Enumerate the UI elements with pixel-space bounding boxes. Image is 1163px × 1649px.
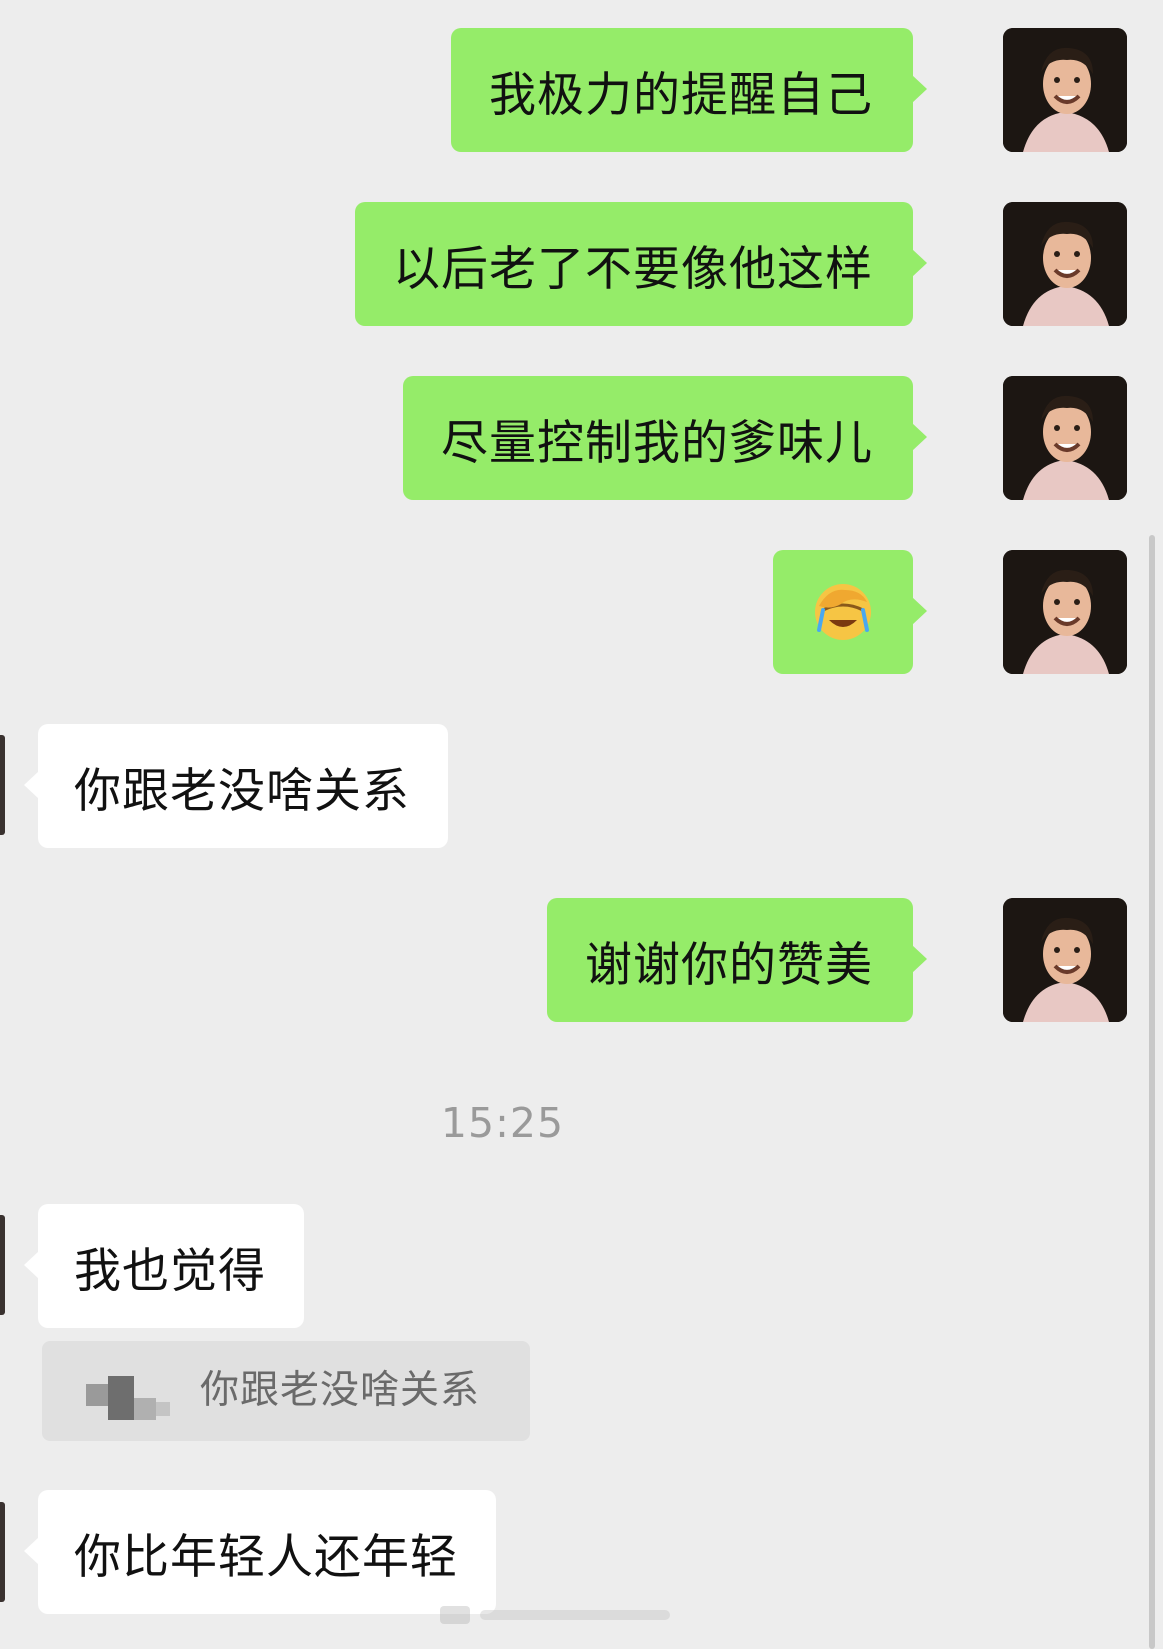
avatar-photo-icon xyxy=(1003,202,1127,326)
message-text: 你比年轻人还年轻 xyxy=(74,1529,458,1585)
face-palm-crying-emoji-icon xyxy=(815,584,871,640)
avatar-photo-icon xyxy=(1003,898,1127,1022)
message-text: 尽量控制我的爹味儿 xyxy=(441,415,873,471)
outgoing-message-bubble[interactable]: 以后老了不要像他这样 xyxy=(355,202,927,326)
contact-avatar[interactable] xyxy=(0,1215,5,1315)
incoming-message-bubble[interactable]: 你比年轻人还年轻 xyxy=(24,1490,496,1614)
quoted-text: 你跟老没啥关系 xyxy=(200,1368,481,1413)
avatar-photo-icon xyxy=(1003,550,1127,674)
message-text: 我也觉得 xyxy=(74,1243,266,1299)
avatar-photo-icon xyxy=(1003,28,1127,152)
user-avatar[interactable] xyxy=(1003,202,1127,326)
message-text: 我极力的提醒自己 xyxy=(489,67,873,123)
outgoing-message-bubble[interactable]: 我极力的提醒自己 xyxy=(451,28,927,152)
outgoing-message-bubble[interactable]: 谢谢你的赞美 xyxy=(547,898,927,1022)
avatar-photo-icon xyxy=(1003,376,1127,500)
user-avatar[interactable] xyxy=(1003,898,1127,1022)
scrollbar[interactable] xyxy=(1149,535,1155,1649)
outgoing-emoji-bubble[interactable] xyxy=(773,550,927,674)
incoming-message-bubble[interactable]: 我也觉得 xyxy=(24,1204,304,1328)
quoted-message[interactable]: 你跟老没啥关系 xyxy=(42,1341,530,1441)
contact-avatar[interactable] xyxy=(0,735,5,835)
contact-avatar[interactable] xyxy=(0,1502,5,1602)
user-avatar[interactable] xyxy=(1003,28,1127,152)
message-text: 你跟老没啥关系 xyxy=(74,763,410,819)
outgoing-message-bubble[interactable]: 尽量控制我的爹味儿 xyxy=(403,376,927,500)
user-avatar[interactable] xyxy=(1003,376,1127,500)
incoming-message-bubble[interactable]: 你跟老没啥关系 xyxy=(24,724,448,848)
message-text: 以后老了不要像他这样 xyxy=(393,241,873,297)
redacted-name-icon xyxy=(86,1376,170,1420)
message-text: 谢谢你的赞美 xyxy=(585,937,873,993)
watermark-logo-icon xyxy=(440,1606,670,1624)
chat-window[interactable]: 我极力的提醒自己 以后老了不要像他这样 尽量控制我的爹味儿 你跟老没啥关系 谢谢… xyxy=(0,0,1163,1649)
user-avatar[interactable] xyxy=(1003,550,1127,674)
message-timestamp: 15:25 xyxy=(440,1099,565,1147)
